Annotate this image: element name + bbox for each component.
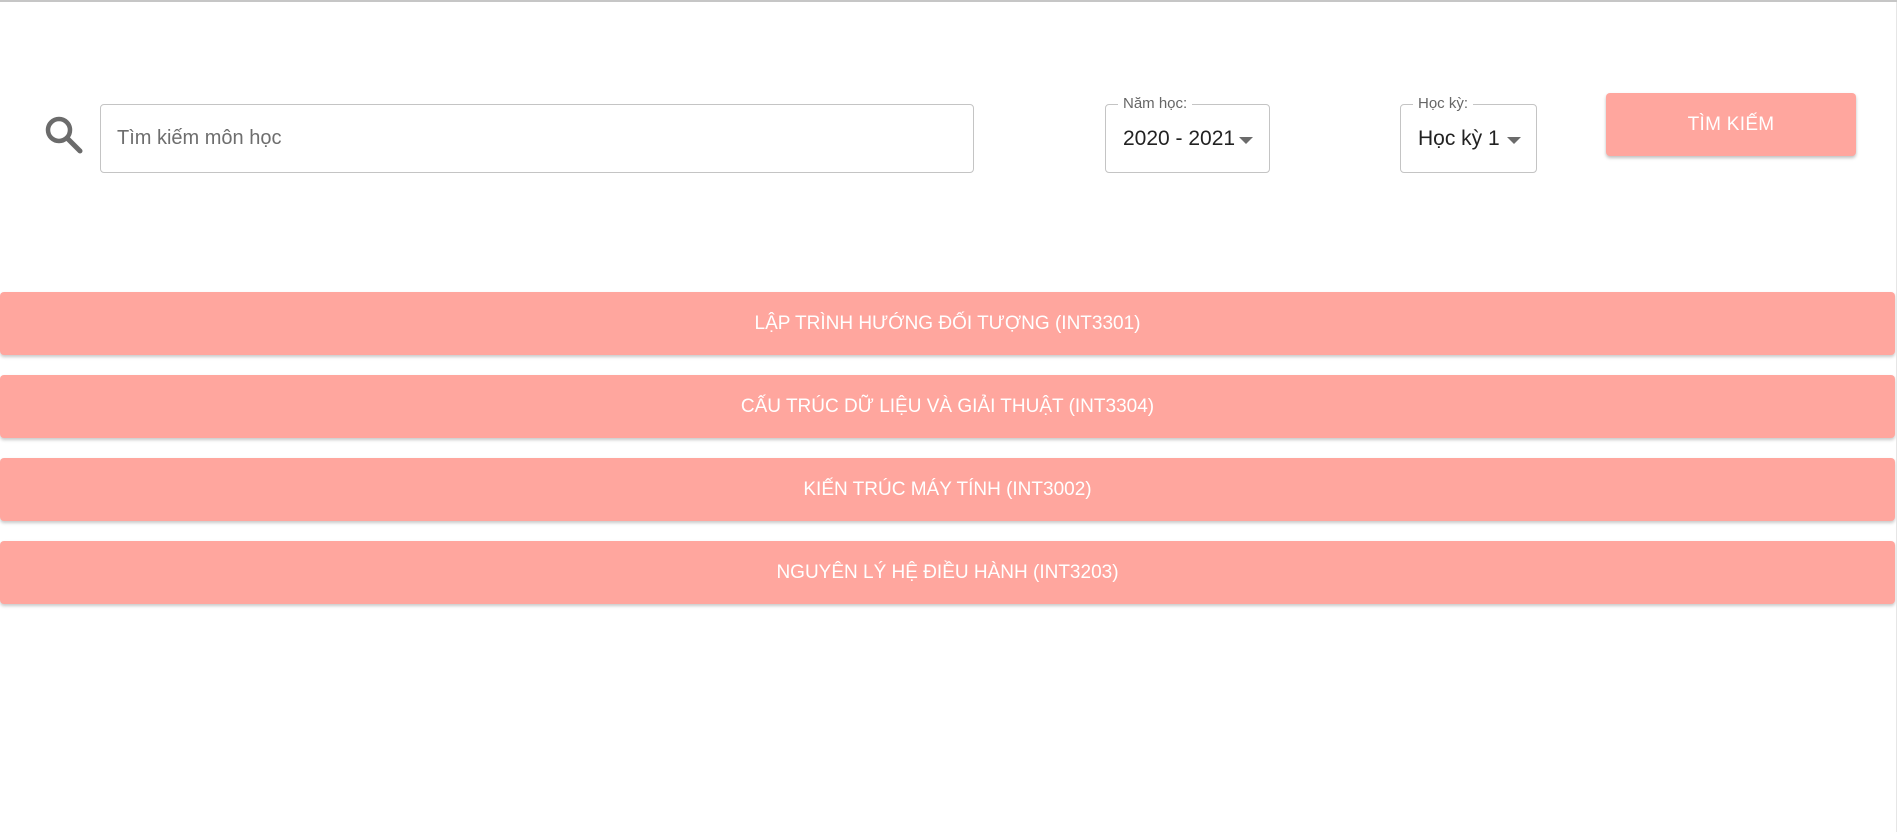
search-button[interactable]: TÌM KIẾM [1606,93,1856,156]
chevron-down-icon [1507,137,1521,144]
course-item[interactable]: NGUYÊN LÝ HỆ ĐIỀU HÀNH (INT3203) [0,541,1895,604]
search-input[interactable] [101,105,973,172]
course-item[interactable]: KIẾN TRÚC MÁY TÍNH (INT3002) [0,458,1895,521]
course-list: LẬP TRÌNH HƯỚNG ĐỐI TƯỢNG (INT3301) CẤU … [0,292,1895,624]
term-select-label: Học kỳ: [1413,95,1474,113]
term-select[interactable]: Học kỳ: Học kỳ 1 [1400,95,1537,173]
search-icon[interactable] [44,115,84,155]
course-item[interactable]: LẬP TRÌNH HƯỚNG ĐỐI TƯỢNG (INT3301) [0,292,1895,355]
course-item[interactable]: CẤU TRÚC DỮ LIỆU VÀ GIẢI THUẬT (INT3304) [0,375,1895,438]
page: Năm học: 2020 - 2021 Học kỳ: Học kỳ 1 TÌ… [0,0,1897,832]
chevron-down-icon [1239,137,1253,144]
year-select-value: 2020 - 2021 [1123,127,1236,150]
year-select[interactable]: Năm học: 2020 - 2021 [1105,95,1270,173]
term-select-value: Học kỳ 1 [1418,127,1500,150]
year-select-label: Năm học: [1118,95,1193,113]
search-field[interactable] [100,104,974,173]
